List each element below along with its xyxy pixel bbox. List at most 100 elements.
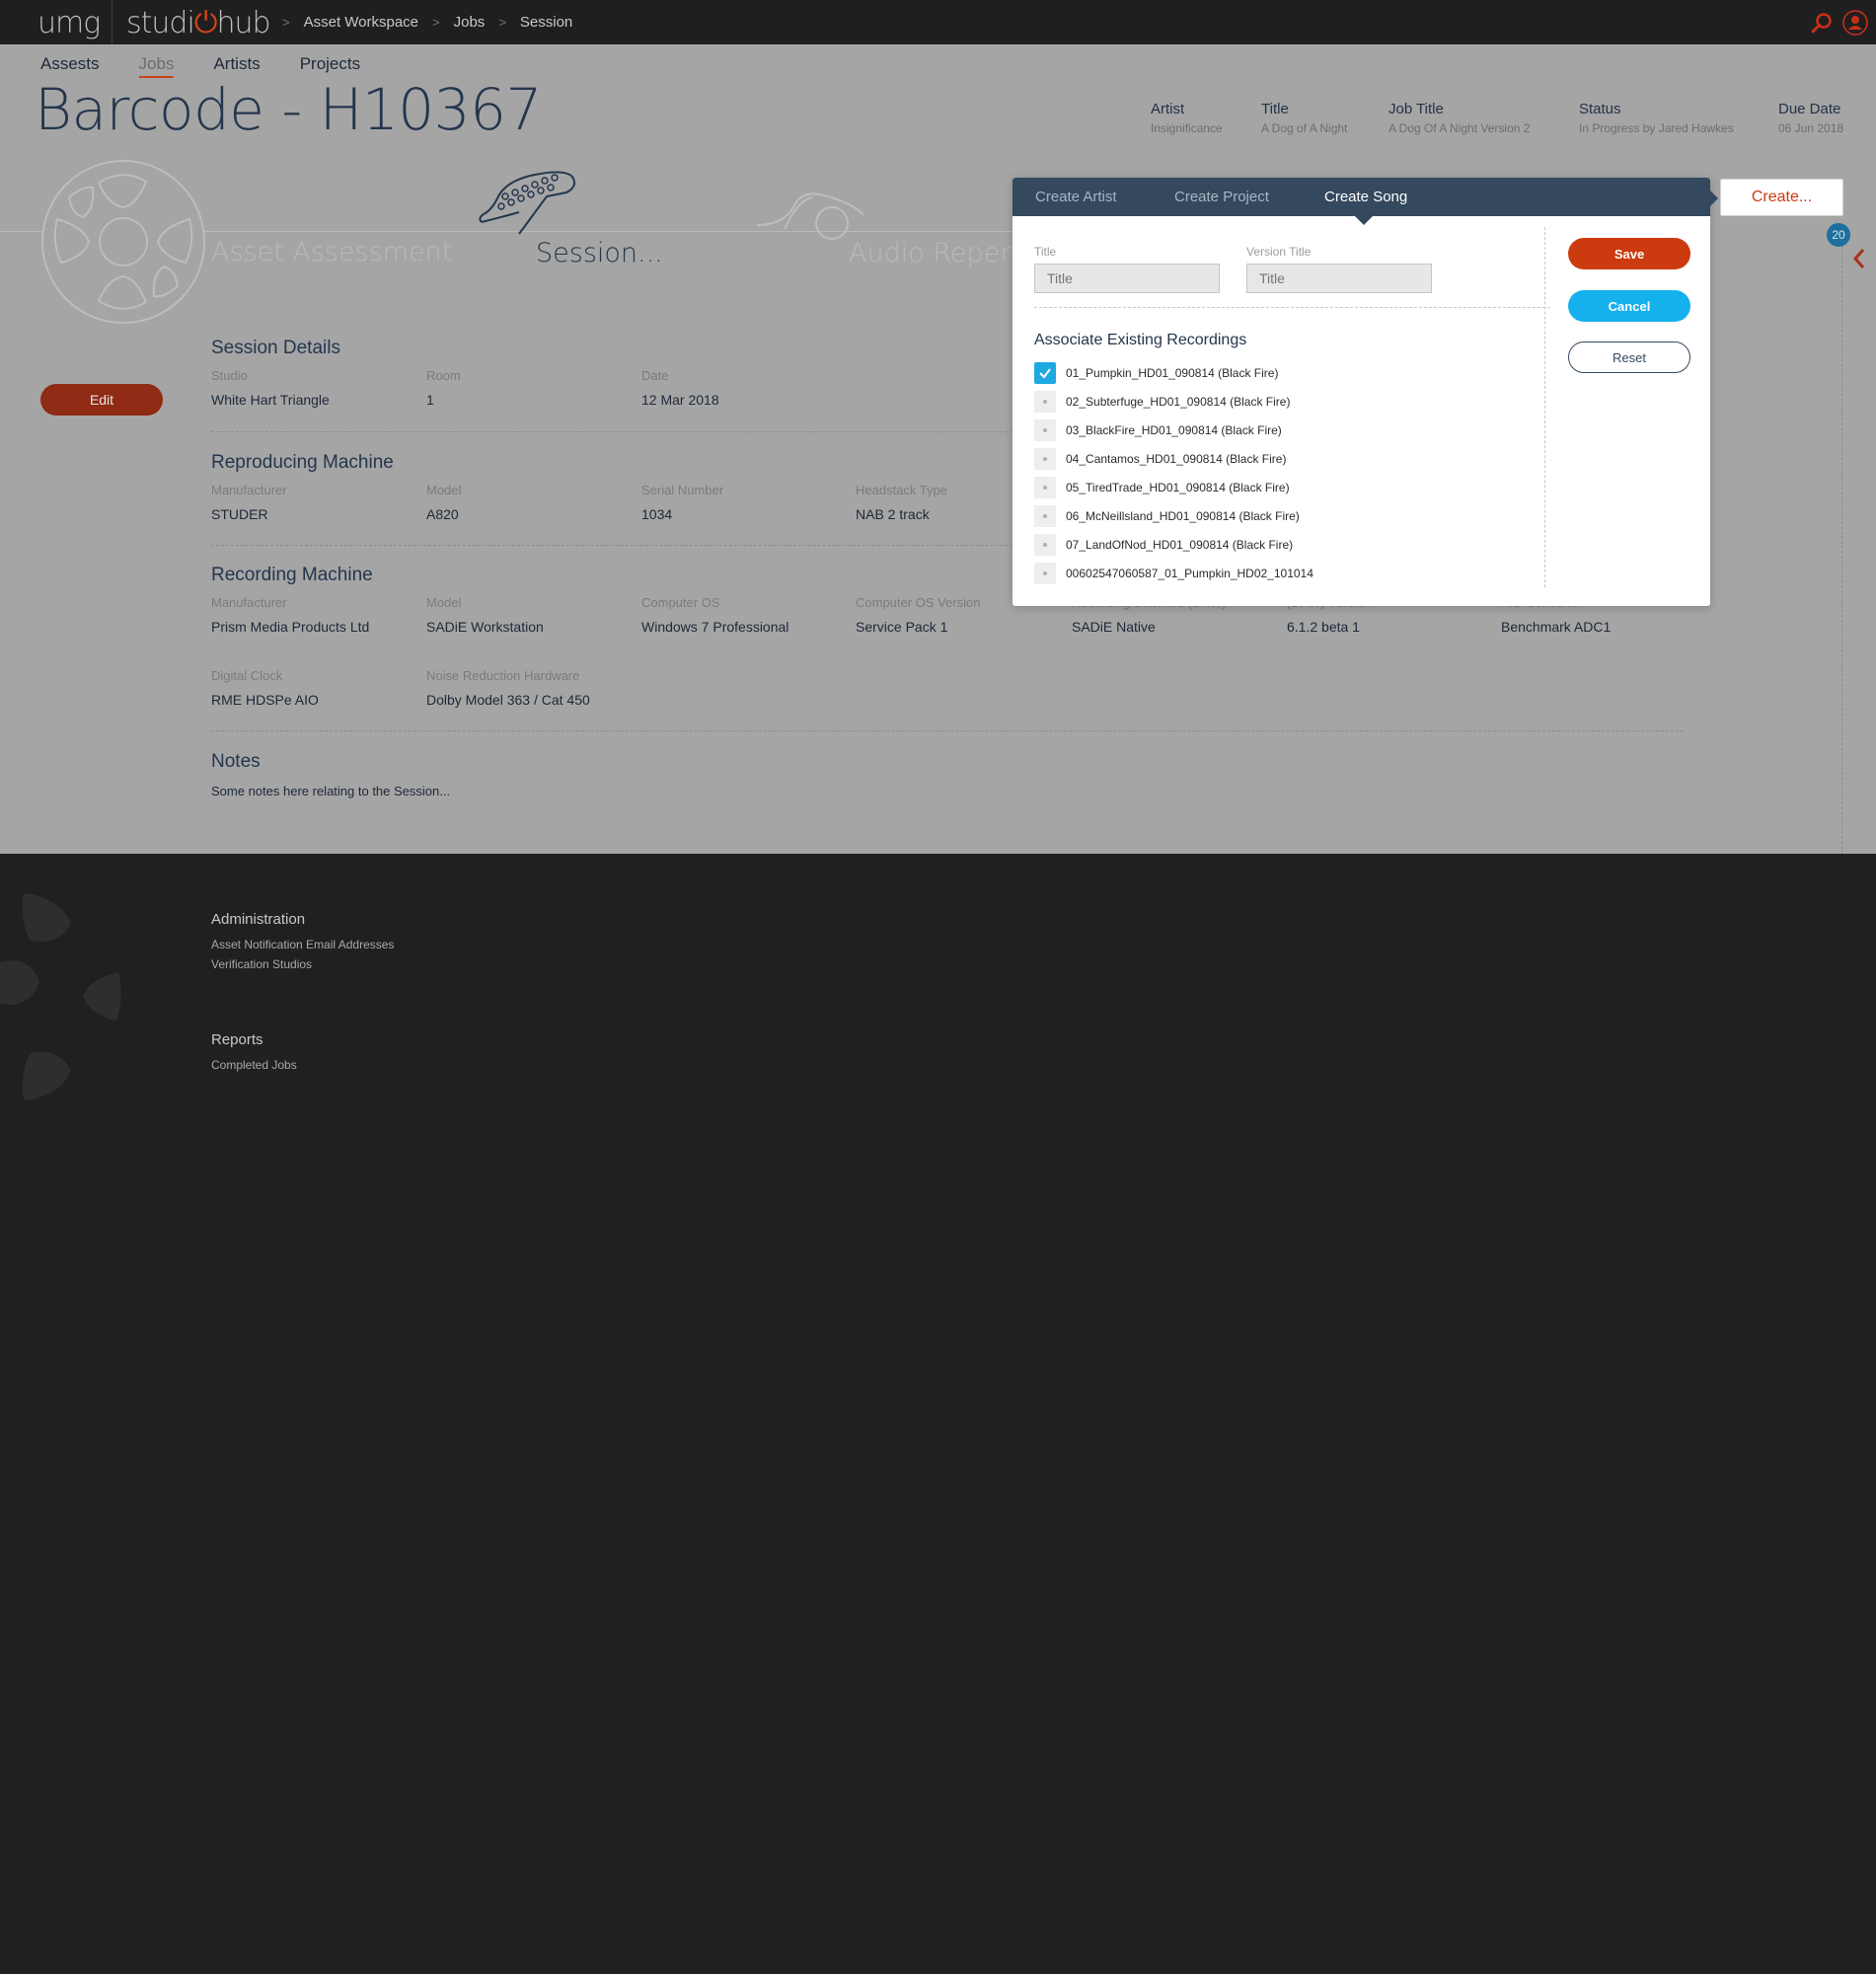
chevron-left-icon[interactable] xyxy=(1851,247,1867,270)
field-value: NAB 2 track xyxy=(856,506,930,522)
top-bar: umg studi⏻hub > Asset Workspace > Jobs >… xyxy=(0,0,1876,44)
footer-link[interactable]: Completed Jobs xyxy=(211,1058,297,1072)
field-label: Manufacturer xyxy=(211,483,287,497)
checkbox-checked[interactable] xyxy=(1034,362,1056,384)
dot-icon xyxy=(1043,514,1047,518)
divider xyxy=(1544,227,1545,587)
field-value: Prism Media Products Ltd xyxy=(211,619,370,635)
reset-button[interactable]: Reset xyxy=(1568,342,1690,373)
breadcrumb-asset-workspace[interactable]: Asset Workspace xyxy=(304,14,418,31)
field-label: Noise Reduction Hardware xyxy=(426,668,580,683)
field-headstack-type: Headstack Type NAB 2 track xyxy=(856,483,947,522)
footer-link[interactable]: Verification Studios xyxy=(211,957,394,971)
field-value: STUDER xyxy=(211,506,268,522)
field-value: Dolby Model 363 / Cat 450 xyxy=(426,692,590,708)
recording-item[interactable]: 01_Pumpkin_HD01_090814 (Black Fire) xyxy=(1034,362,1278,384)
breadcrumb-session[interactable]: Session xyxy=(520,14,572,31)
meta-title: Title A Dog of A Night xyxy=(1261,101,1347,135)
recording-label: 00602547060587_01_Pumpkin_HD02_101014 xyxy=(1066,567,1313,580)
logo-text-a: studi xyxy=(126,6,195,40)
page-title: Barcode - H10367 xyxy=(35,76,542,143)
checkbox[interactable] xyxy=(1034,477,1056,498)
power-o-glyph: ⏻ xyxy=(193,6,218,40)
recording-item[interactable]: 00602547060587_01_Pumpkin_HD02_101014 xyxy=(1034,563,1313,584)
recording-item[interactable]: 07_LandOfNod_HD01_090814 (Black Fire) xyxy=(1034,534,1293,556)
chevron-right-icon: > xyxy=(432,15,440,30)
meta-key: Title xyxy=(1261,101,1289,117)
meta-key: Due Date xyxy=(1778,101,1841,117)
version-title-input[interactable] xyxy=(1246,264,1432,293)
field-computer-os: Computer OS Windows 7 Professional xyxy=(641,595,788,635)
tab-create-song[interactable]: Create Song xyxy=(1324,189,1407,205)
stage-session[interactable]: Session... xyxy=(536,238,663,268)
tape-machine-icon[interactable] xyxy=(755,186,873,245)
checkbox[interactable] xyxy=(1034,448,1056,470)
nav-jobs[interactable]: Jobs xyxy=(138,54,175,78)
chevron-right-icon: > xyxy=(498,15,506,30)
field-label: Digital Clock xyxy=(211,668,283,683)
field-noise-reduction: Noise Reduction Hardware Dolby Model 363 … xyxy=(426,668,590,708)
search-icon[interactable] xyxy=(1811,12,1833,34)
edit-button[interactable]: Edit xyxy=(40,384,163,416)
footer-link[interactable]: Asset Notification Email Addresses xyxy=(211,938,394,951)
tab-create-artist[interactable]: Create Artist xyxy=(1035,189,1117,205)
field-label: Manufacturer xyxy=(211,595,287,610)
field-value: White Hart Triangle xyxy=(211,392,330,408)
cancel-button[interactable]: Cancel xyxy=(1568,290,1690,322)
recording-item[interactable]: 05_TiredTrade_HD01_090814 (Black Fire) xyxy=(1034,477,1290,498)
field-value: A820 xyxy=(426,506,459,522)
field-digital-clock: Digital Clock RME HDSPe AIO xyxy=(211,668,319,708)
field-label: Date xyxy=(641,368,669,383)
title-input[interactable] xyxy=(1034,264,1220,293)
field-manufacturer: Manufacturer Prism Media Products Ltd xyxy=(211,595,369,635)
umg-logo[interactable]: umg xyxy=(38,6,101,40)
recording-label: 04_Cantamos_HD01_090814 (Black Fire) xyxy=(1066,452,1287,466)
user-avatar-icon[interactable] xyxy=(1842,10,1868,36)
field-label: Model xyxy=(426,483,462,497)
field-value: 6.1.2 beta 1 xyxy=(1287,619,1360,635)
tab-create-project[interactable]: Create Project xyxy=(1174,189,1269,205)
field-label: Serial Number xyxy=(641,483,724,497)
field-label: Computer OS Version xyxy=(856,595,981,610)
associate-recordings-title: Associate Existing Recordings xyxy=(1034,332,1247,348)
field-label: Room xyxy=(426,368,461,383)
dot-icon xyxy=(1043,486,1047,490)
stage-audio-repertoire[interactable]: Audio Reperto xyxy=(849,238,1037,268)
field-value: Benchmark ADC1 xyxy=(1501,619,1612,635)
footer-administration: Administration Asset Notification Email … xyxy=(211,911,394,977)
recording-machine-title: Recording Machine xyxy=(211,565,373,585)
recording-item[interactable]: 04_Cantamos_HD01_090814 (Black Fire) xyxy=(1034,448,1286,470)
stage-asset-assessment[interactable]: Asset Assessment xyxy=(211,237,452,267)
recording-item[interactable]: 02_Subterfuge_HD01_090814 (Black Fire) xyxy=(1034,391,1290,413)
dialog-tabs: Create Artist Create Project Create Song xyxy=(1013,178,1710,216)
breadcrumb-jobs[interactable]: Jobs xyxy=(454,14,486,31)
checkbox[interactable] xyxy=(1034,534,1056,556)
nav-artists[interactable]: Artists xyxy=(213,54,260,78)
nav-assests[interactable]: Assests xyxy=(40,54,100,78)
meta-value: A Dog Of A Night Version 2 xyxy=(1388,121,1531,135)
create-button[interactable]: Create... xyxy=(1720,179,1843,216)
save-button[interactable]: Save xyxy=(1568,238,1690,269)
field-model: Model A820 xyxy=(426,483,461,522)
recording-item[interactable]: 06_McNeillsland_HD01_090814 (Black Fire) xyxy=(1034,505,1300,527)
field-label: Headstack Type xyxy=(856,483,947,497)
field-value: 1 xyxy=(426,392,434,408)
nav-projects[interactable]: Projects xyxy=(300,54,360,78)
footer-section-title: Administration xyxy=(211,911,306,928)
meta-value: A Dog of A Night xyxy=(1261,121,1348,135)
recording-label: 03_BlackFire_HD01_090814 (Black Fire) xyxy=(1066,423,1282,437)
field-value: 1034 xyxy=(641,506,673,522)
version-title-label: Version Title xyxy=(1246,245,1312,259)
field-value: SADiE Workstation xyxy=(426,619,544,635)
checkbox[interactable] xyxy=(1034,563,1056,584)
field-model: Model SADiE Workstation xyxy=(426,595,544,635)
tape-reel-icon[interactable] xyxy=(39,158,207,326)
notes-text: Some notes here relating to the Session.… xyxy=(211,784,451,798)
guitar-icon[interactable] xyxy=(476,161,584,240)
meta-key: Artist xyxy=(1151,101,1185,117)
checkbox[interactable] xyxy=(1034,505,1056,527)
checkbox[interactable] xyxy=(1034,391,1056,413)
studiohub-logo[interactable]: studi⏻hub xyxy=(126,6,271,40)
checkbox[interactable] xyxy=(1034,419,1056,441)
recording-item[interactable]: 03_BlackFire_HD01_090814 (Black Fire) xyxy=(1034,419,1282,441)
